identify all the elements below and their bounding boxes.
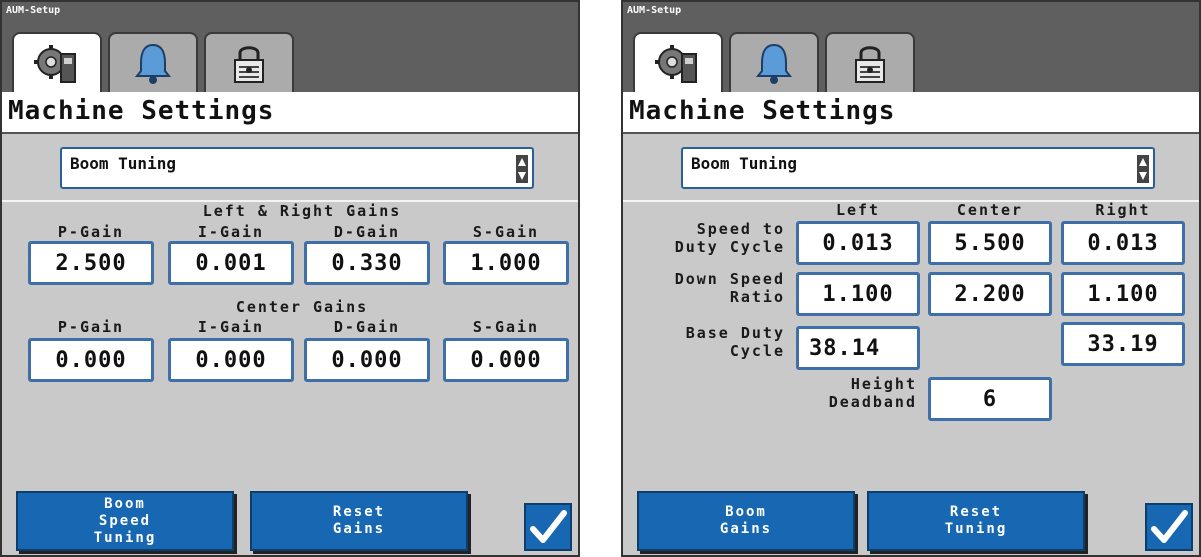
center-s-gain-label: S-Gain	[472, 318, 540, 336]
center-gains-heading: Center Gains	[235, 298, 369, 316]
lr-d-gain-input[interactable]: 0.330	[304, 241, 430, 285]
lr-i-gain-input[interactable]: 0.001	[168, 241, 294, 285]
center-p-gain-label: P-Gain	[57, 318, 125, 336]
boom-speed-tuning-label: Boom Speed Tuning	[93, 495, 157, 546]
page-header: Machine Settings	[623, 92, 1199, 134]
reset-tuning-label: Reset Tuning	[944, 504, 1008, 537]
dropdown-selected-value: Boom Tuning	[691, 154, 797, 173]
speed-to-duty-cycle-label: Speed to Duty Cycle	[674, 220, 785, 256]
lr-s-gain-input[interactable]: 1.000	[443, 241, 569, 285]
down-speed-left-input[interactable]: 1.100	[796, 272, 920, 316]
lr-d-gain-label: D-Gain	[333, 223, 401, 241]
accept-button[interactable]	[1145, 503, 1193, 551]
page-title: Machine Settings	[8, 96, 275, 126]
base-duty-right-input[interactable]: 33.19	[1061, 322, 1185, 366]
checkmark-icon	[530, 510, 567, 543]
machine-settings-icon	[655, 45, 697, 83]
tab-security[interactable]	[204, 32, 294, 92]
lr-s-gain-label: S-Gain	[472, 223, 540, 241]
tab-machine-settings[interactable]	[633, 32, 723, 94]
page-title: Machine Settings	[629, 96, 896, 126]
machine-settings-icon	[34, 45, 76, 83]
lr-gains-heading: Left & Right Gains	[202, 202, 402, 220]
accept-button[interactable]	[524, 503, 572, 551]
tab-alarms[interactable]	[729, 32, 819, 92]
column-center-label: Center	[956, 201, 1024, 219]
column-right-label: Right	[1095, 201, 1151, 219]
up-down-arrow-icon	[1137, 155, 1149, 183]
speed-to-duty-center-input[interactable]: 5.500	[928, 221, 1052, 265]
boom-gains-label: Boom Gains	[719, 504, 773, 537]
tab-security[interactable]	[825, 32, 915, 92]
settings-category-dropdown[interactable]: Boom Tuning	[60, 147, 534, 189]
app-title: AUM-Setup	[6, 5, 61, 16]
boom-gains-button[interactable]: Boom Gains	[637, 491, 855, 551]
tab-machine-settings[interactable]	[12, 32, 102, 94]
height-deadband-input[interactable]: 6	[928, 377, 1052, 421]
lr-i-gain-label: I-Gain	[197, 223, 265, 241]
tab-bar: AUM-Setup	[623, 2, 1199, 94]
boom-gains-screen: AUM-Setup Machine Settings Boom Tuning L…	[0, 0, 580, 557]
bell-icon	[134, 43, 172, 84]
center-p-gain-input[interactable]: 0.000	[28, 338, 154, 382]
center-d-gain-label: D-Gain	[333, 318, 401, 336]
center-s-gain-input[interactable]: 0.000	[443, 338, 569, 382]
checkmark-icon	[1151, 510, 1188, 543]
settings-category-dropdown[interactable]: Boom Tuning	[681, 147, 1155, 189]
lock-icon	[234, 46, 264, 83]
up-down-arrow-icon	[516, 155, 528, 183]
lr-p-gain-label: P-Gain	[57, 223, 125, 241]
reset-gains-label: Reset Gains	[332, 504, 386, 537]
base-duty-left-input[interactable]: 38.14	[796, 326, 920, 370]
speed-to-duty-left-input[interactable]: 0.013	[796, 221, 920, 265]
reset-tuning-button[interactable]: Reset Tuning	[867, 491, 1085, 551]
base-duty-cycle-label: Base Duty Cycle	[685, 324, 785, 360]
reset-gains-button[interactable]: Reset Gains	[250, 491, 468, 551]
lr-p-gain-input[interactable]: 2.500	[28, 241, 154, 285]
bell-icon	[755, 43, 793, 84]
boom-speed-tuning-screen: AUM-Setup Machine Settings Boom Tuning L…	[621, 0, 1201, 557]
center-d-gain-input[interactable]: 0.000	[304, 338, 430, 382]
lock-icon	[855, 46, 885, 83]
app-title: AUM-Setup	[627, 5, 682, 16]
tab-bar: AUM-Setup	[2, 2, 578, 94]
boom-speed-tuning-button[interactable]: Boom Speed Tuning	[16, 491, 234, 551]
page-header: Machine Settings	[2, 92, 578, 134]
tab-alarms[interactable]	[108, 32, 198, 92]
down-speed-center-input[interactable]: 2.200	[928, 272, 1052, 316]
dropdown-selected-value: Boom Tuning	[70, 154, 176, 173]
speed-to-duty-right-input[interactable]: 0.013	[1061, 221, 1185, 265]
center-i-gain-label: I-Gain	[197, 318, 265, 336]
down-speed-right-input[interactable]: 1.100	[1061, 272, 1185, 316]
down-speed-ratio-label: Down Speed Ratio	[674, 270, 785, 306]
height-deadband-label: Height Deadband	[828, 375, 917, 411]
center-i-gain-input[interactable]: 0.000	[168, 338, 294, 382]
column-left-label: Left	[835, 201, 881, 219]
